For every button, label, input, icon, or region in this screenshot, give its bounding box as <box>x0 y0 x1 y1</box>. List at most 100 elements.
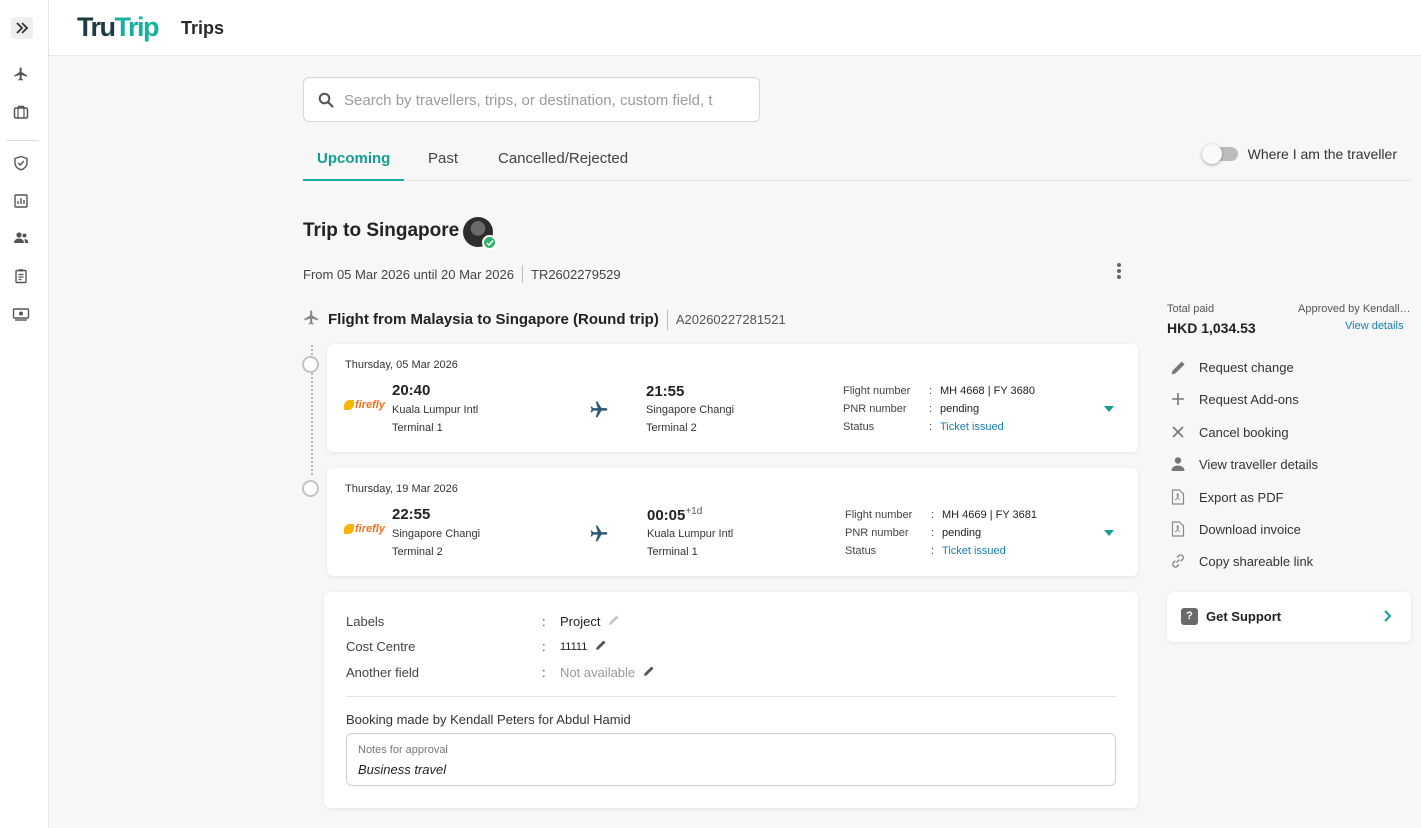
total-paid-label: Total paid <box>1167 303 1215 315</box>
toggle-label: Where I am the traveller <box>1247 146 1397 162</box>
download-invoice-button[interactable]: Download invoice <box>1169 520 1301 538</box>
tab-upcoming[interactable]: Upcoming <box>303 150 405 181</box>
get-support-label: Get Support <box>1206 609 1282 624</box>
label-colon: : <box>929 421 933 433</box>
trip-title: Trip to Singapore <box>303 220 460 241</box>
field-value-labels: Project <box>560 614 620 629</box>
label-colon: : <box>931 527 935 539</box>
person-icon <box>1169 455 1187 473</box>
status-value[interactable]: Ticket issued <box>942 545 1006 557</box>
field-value-cost-centre: 11111 <box>560 639 607 654</box>
copy-link-button[interactable]: Copy shareable link <box>1169 552 1313 570</box>
field-value-another-field: Not available <box>560 665 655 680</box>
arrival-terminal: Terminal 1 <box>647 546 698 558</box>
approved-check-icon <box>482 235 497 250</box>
field-label-labels: Labels <box>346 614 385 629</box>
departure-time: 22:55 <box>392 506 431 523</box>
trip-meta: From 05 Mar 2026 until 20 Mar 2026 TR260… <box>303 265 621 283</box>
pencil-icon[interactable] <box>608 614 620 629</box>
label-colon: : <box>929 385 933 397</box>
view-details-link[interactable]: View details <box>1345 320 1404 332</box>
tab-cancelled-rejected[interactable]: Cancelled/Rejected <box>498 150 628 181</box>
pencil-icon[interactable] <box>643 665 655 680</box>
trip-tabs: Upcoming Past Cancelled/Rejected Where I… <box>303 140 1411 181</box>
departure-airport: Kuala Lumpur Intl <box>392 404 479 416</box>
toggle-knob <box>1201 144 1222 164</box>
money-icon[interactable] <box>12 305 30 323</box>
flight-ref: A20260227281521 <box>675 312 786 327</box>
arrival-time: 21:55 <box>646 383 685 400</box>
field-colon: : <box>542 665 546 680</box>
status-value[interactable]: Ticket issued <box>940 421 1004 433</box>
segment-date: Thursday, 05 Mar 2026 <box>345 359 458 371</box>
flight-segment-card[interactable]: Thursday, 19 Mar 2026 firefly 22:55 Sing… <box>327 468 1138 576</box>
get-support-button[interactable]: ? Get Support <box>1167 592 1411 642</box>
plus-icon <box>1169 390 1187 408</box>
booking-byline: Booking made by Kendall Peters for Abdul… <box>346 712 631 727</box>
expand-icon[interactable] <box>11 17 33 39</box>
departure-airport: Singapore Changi <box>392 528 481 540</box>
pencil-icon[interactable] <box>595 639 607 654</box>
search-input[interactable] <box>344 88 754 112</box>
trutrip-logo[interactable]: TruTrip <box>77 12 160 43</box>
page-title: Trips <box>181 18 225 38</box>
toggle-switch[interactable] <box>1201 144 1238 164</box>
notes-label: Notes for approval <box>358 744 448 756</box>
status-label: Status <box>843 421 875 433</box>
export-pdf-button[interactable]: Export as PDF <box>1169 488 1284 506</box>
link-icon <box>1169 552 1187 570</box>
arrival-airport: Singapore Changi <box>646 404 735 416</box>
pnr-label: PNR number <box>845 527 909 539</box>
trip-ref: TR2602279529 <box>531 266 621 282</box>
arrival-terminal: Terminal 2 <box>646 422 697 434</box>
flight-icon[interactable] <box>12 65 30 83</box>
flight-divider <box>666 309 668 330</box>
pnr-value: pending <box>940 403 980 415</box>
users-icon[interactable] <box>12 229 30 247</box>
flight-number-label: Flight number <box>845 509 913 521</box>
expand-caret-icon[interactable] <box>1104 406 1114 412</box>
shield-check-icon[interactable] <box>12 154 30 172</box>
label-colon: : <box>929 403 933 415</box>
traveller-toggle[interactable]: Where I am the traveller <box>1201 144 1397 164</box>
rail-divider <box>6 140 39 141</box>
plane-icon <box>589 399 609 424</box>
clipboard-icon[interactable] <box>12 267 30 285</box>
trip-dates: From 05 Mar 2026 until 20 Mar 2026 <box>303 266 514 282</box>
pdf-icon <box>1169 488 1187 506</box>
flight-segment-card[interactable]: Thursday, 05 Mar 2026 firefly 20:40 Kual… <box>327 344 1138 452</box>
briefcase-icon[interactable] <box>12 103 30 121</box>
total-paid-value: HKD 1,034.53 <box>1167 320 1256 336</box>
timeline-dot <box>302 356 319 373</box>
request-addons-button[interactable]: Request Add-ons <box>1169 390 1299 408</box>
status-label: Status <box>845 545 877 557</box>
more-options-icon[interactable] <box>1111 262 1127 280</box>
departure-terminal: Terminal 1 <box>392 422 443 434</box>
help-icon: ? <box>1181 608 1198 625</box>
flight-number: MH 4668 | FY 3680 <box>940 385 1035 397</box>
avatar[interactable] <box>463 217 497 250</box>
pnr-label: PNR number <box>843 403 907 415</box>
tab-past[interactable]: Past <box>428 150 458 181</box>
approval-notes-field[interactable]: Notes for approval Business travel <box>346 733 1116 786</box>
flight-number: MH 4669 | FY 3681 <box>942 509 1037 521</box>
report-icon[interactable] <box>12 192 30 210</box>
notes-value: Business travel <box>358 762 447 777</box>
flight-number-label: Flight number <box>843 385 911 397</box>
field-label-another-field: Another field <box>346 665 419 680</box>
segment-date: Thursday, 19 Mar 2026 <box>345 483 458 495</box>
airline-logo: firefly <box>344 523 385 535</box>
field-colon: : <box>542 614 546 629</box>
timeline-dot <box>302 480 319 497</box>
request-change-button[interactable]: Request change <box>1169 358 1294 376</box>
view-traveller-details-button[interactable]: View traveller details <box>1169 455 1318 473</box>
field-colon: : <box>542 639 546 654</box>
expand-caret-icon[interactable] <box>1104 530 1114 536</box>
departure-terminal: Terminal 2 <box>392 546 443 558</box>
top-bar: TruTrip Trips <box>49 0 1421 56</box>
cancel-booking-button[interactable]: Cancel booking <box>1169 423 1289 441</box>
meta-divider <box>522 265 523 283</box>
invoice-icon <box>1169 520 1187 538</box>
search-icon <box>318 92 334 113</box>
search-box[interactable] <box>303 77 760 122</box>
